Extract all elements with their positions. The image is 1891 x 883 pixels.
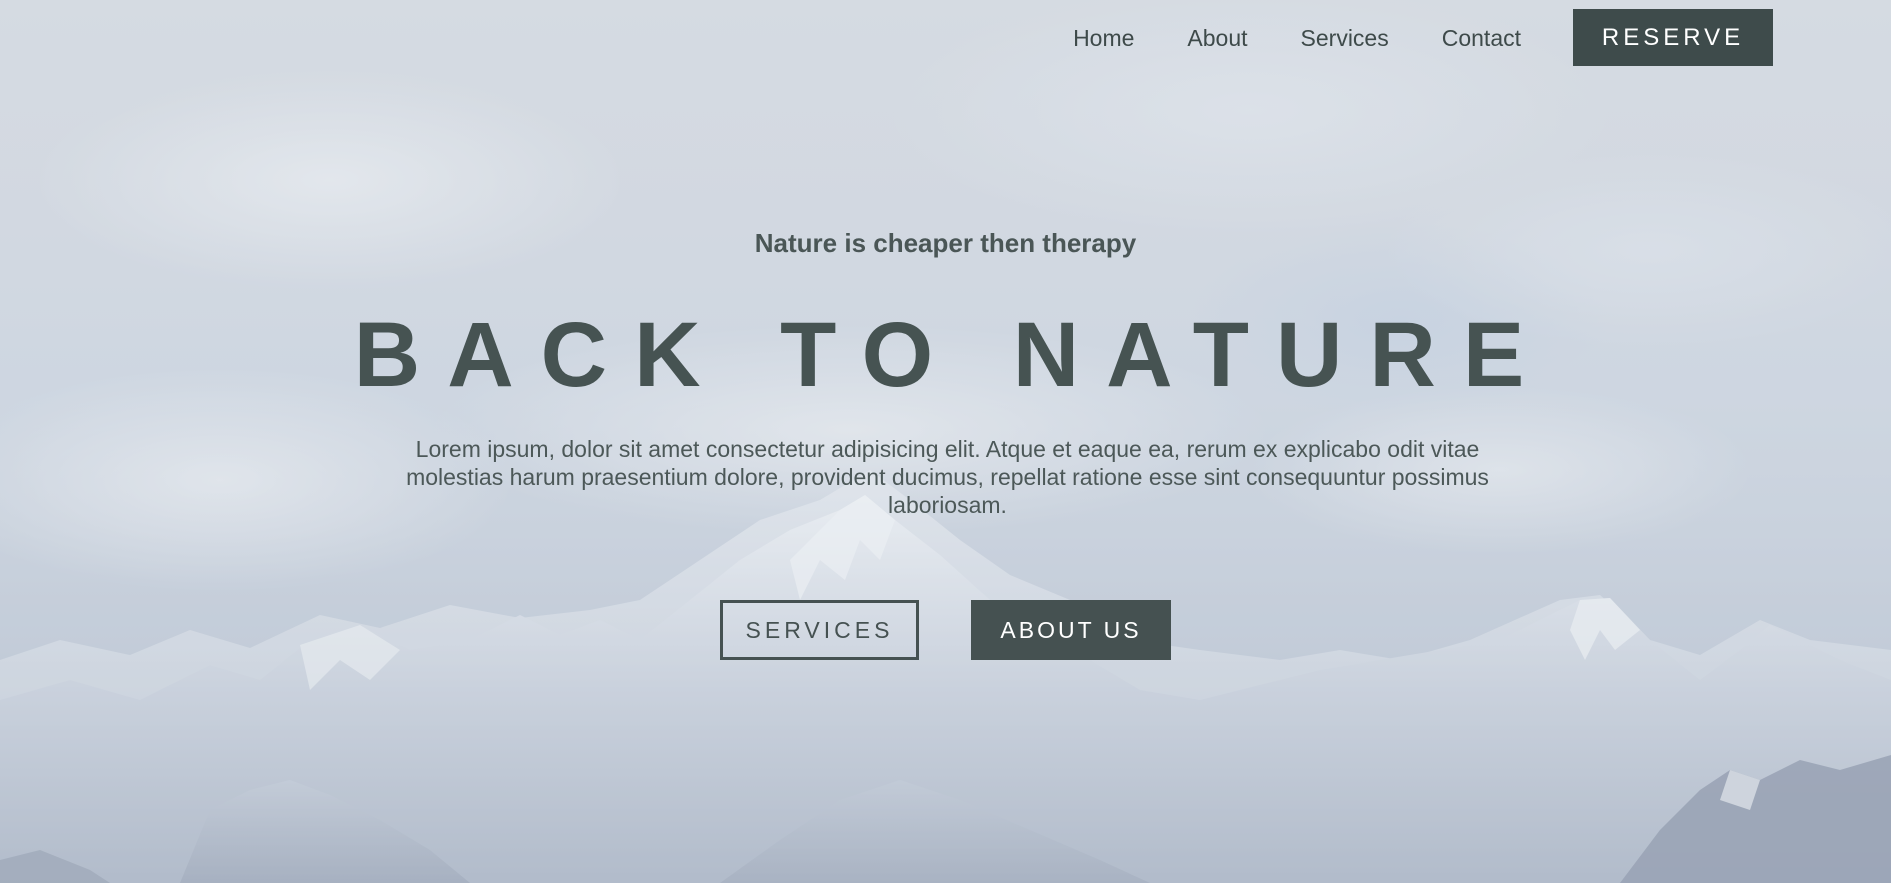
- nav-link-home[interactable]: Home: [1073, 25, 1134, 52]
- hero-buttons: SERVICES ABOUT US: [0, 600, 1891, 660]
- hero-section: Home About Services Contact RESERVE Natu…: [0, 0, 1891, 883]
- hero-tagline: Nature is cheaper then therapy: [754, 228, 1137, 258]
- nav-link-contact[interactable]: Contact: [1442, 25, 1521, 52]
- hero-description: Lorem ipsum, dolor sit amet consectetur …: [406, 436, 1489, 518]
- nav-link-services[interactable]: Services: [1301, 25, 1389, 52]
- hero-headline: BACK TO NATURE: [353, 304, 1552, 406]
- services-button[interactable]: SERVICES: [720, 600, 919, 660]
- reserve-button[interactable]: RESERVE: [1573, 9, 1773, 66]
- about-us-button[interactable]: ABOUT US: [971, 600, 1171, 660]
- main-navigation: Home About Services Contact RESERVE: [1073, 0, 1891, 76]
- nav-link-about[interactable]: About: [1187, 25, 1247, 52]
